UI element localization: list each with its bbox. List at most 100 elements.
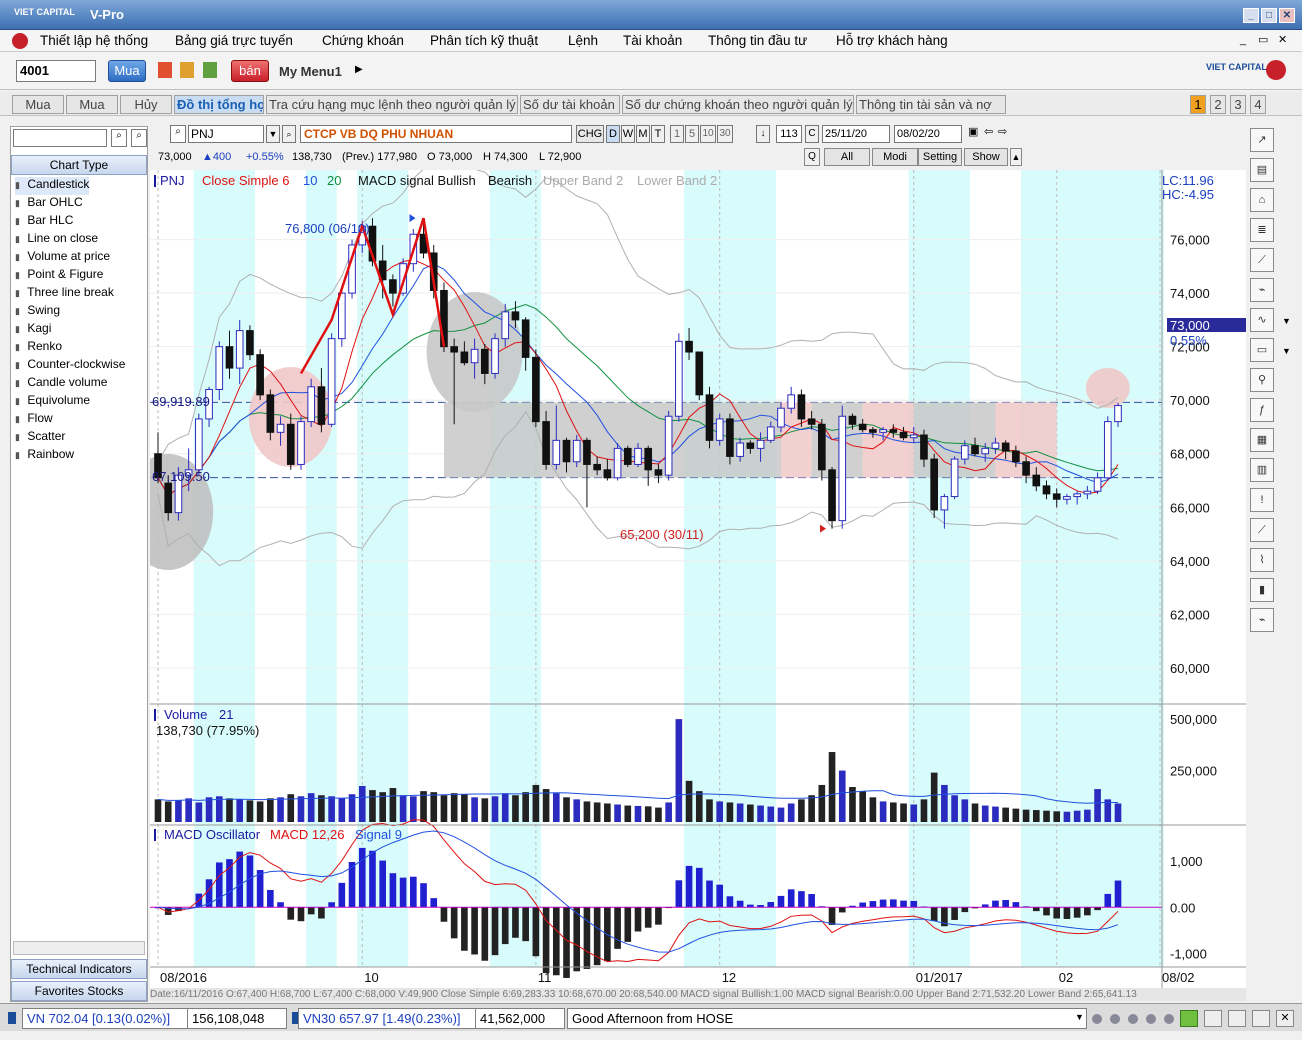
save-icon[interactable]: ▣ — [968, 125, 982, 143]
settings-icon[interactable] — [1252, 1010, 1270, 1027]
panel-scrollbar[interactable] — [13, 941, 145, 955]
calculator-icon[interactable]: ▦ — [1250, 428, 1274, 452]
menu-technical-analysis[interactable]: Phân tích kỹ thuật — [430, 33, 538, 48]
tab-assets-debt[interactable]: Thông tin tài sản và nợ — [856, 95, 1006, 114]
chart-type-three-line-break[interactable]: ▮ Three line break — [15, 285, 114, 303]
all-button[interactable]: All — [824, 148, 870, 166]
period-30min[interactable]: 30 — [717, 125, 733, 143]
chevron-right-icon[interactable]: ▶ — [355, 64, 363, 75]
signal-icon[interactable]: ⌇ — [1250, 548, 1274, 572]
chart-type-swing[interactable]: ▮ Swing — [15, 303, 60, 321]
tab-cancel[interactable]: Hủy — [120, 95, 172, 114]
chart-type-scatter[interactable]: ▮ Scatter — [15, 429, 65, 447]
menu-orders[interactable]: Lệnh — [568, 33, 598, 48]
period-5min[interactable]: 5 — [685, 125, 699, 143]
chart-type-rainbow[interactable]: ▮ Rainbow — [15, 447, 74, 465]
rectangle-icon[interactable]: ▭ — [1250, 338, 1274, 362]
line-chart-icon[interactable]: ⌁ — [1250, 278, 1274, 302]
buy-button[interactable]: Mua — [108, 60, 146, 82]
symbol-search-icon[interactable]: ⌕ — [170, 125, 186, 143]
layout-icon[interactable]: ▤ — [1250, 158, 1274, 182]
modify-button[interactable]: Modi — [872, 148, 918, 166]
window-icon[interactable] — [1204, 1010, 1222, 1027]
scroll-up-icon[interactable]: ▲ — [1010, 148, 1022, 166]
chart-type-candle-volume[interactable]: ▮ Candle volume — [15, 375, 107, 393]
close-icon[interactable]: ✕ — [1276, 1010, 1294, 1027]
menu-online-price-board[interactable]: Bảng giá trực tuyến — [175, 33, 293, 48]
period-month[interactable]: M — [636, 125, 650, 143]
chart-type-kagi[interactable]: ▮ Kagi — [15, 321, 51, 339]
my-menu-label[interactable]: My Menu1 — [279, 64, 342, 79]
sub-close-button[interactable]: ✕ — [1278, 33, 1287, 46]
tab-order-lookup[interactable]: Tra cứu hạng mục lệnh theo người quản lý — [266, 95, 518, 114]
period-day[interactable]: D — [606, 125, 620, 143]
tab-buy-1[interactable]: Mua — [12, 95, 64, 114]
setting-button[interactable]: Setting — [918, 148, 962, 166]
zoom-icon[interactable]: Q — [804, 148, 820, 166]
alert-icon[interactable]: ! — [1250, 488, 1274, 512]
lock-icon[interactable] — [1180, 1010, 1198, 1027]
fibonacci-icon[interactable]: ƒ — [1250, 398, 1274, 422]
compare-icon[interactable]: ⌁ — [1250, 608, 1274, 632]
search-advanced-icon[interactable]: ⌕ — [131, 129, 147, 147]
show-button[interactable]: Show — [964, 148, 1008, 166]
sub-minimize-button[interactable]: _ — [1240, 34, 1246, 46]
arrow-down-icon[interactable]: ↓ — [756, 125, 770, 143]
bar-count-input[interactable]: 113 — [776, 125, 802, 143]
technical-indicators-button[interactable]: Technical Indicators — [11, 959, 147, 979]
order-icon[interactable] — [158, 62, 172, 78]
candle-tool-icon[interactable]: ▮ — [1250, 578, 1274, 602]
tile-icon[interactable] — [1228, 1010, 1246, 1027]
chart-type-point-figure[interactable]: ▮ Point & Figure — [15, 267, 103, 285]
table-icon[interactable]: ▥ — [1250, 458, 1274, 482]
tab-account-balance[interactable]: Số dư tài khoản — [520, 95, 620, 114]
back-icon[interactable]: ⇦ — [984, 125, 998, 143]
page-button-1[interactable]: 1 — [1190, 95, 1206, 114]
tab-buy-2[interactable]: Mua — [66, 95, 118, 114]
menu-accounts[interactable]: Tài khoản — [623, 33, 682, 48]
sub-restore-button[interactable]: ▭ — [1258, 33, 1268, 46]
favorites-stocks-button[interactable]: Favorites Stocks — [11, 981, 147, 1001]
tab-securities-balance[interactable]: Số dư chứng khoán theo người quản lý — [622, 95, 854, 114]
magnifier-icon[interactable]: ⚲ — [1250, 368, 1274, 392]
chart-type-line-on-close[interactable]: ▮ Line on close — [15, 231, 98, 249]
auto-trend-icon[interactable]: ⟋ — [1250, 518, 1274, 542]
list-icon[interactable] — [180, 62, 194, 78]
to-date-input[interactable]: 08/02/20 — [894, 125, 962, 143]
menu-securities[interactable]: Chứng khoán — [322, 33, 404, 48]
period-10min[interactable]: 10 — [700, 125, 716, 143]
menu-investment-info[interactable]: Thông tin đầu tư — [708, 33, 807, 48]
menu-system-settings[interactable]: Thiết lập hệ thống — [40, 33, 148, 48]
home-icon[interactable]: ⌂ — [1250, 188, 1274, 212]
account-select[interactable]: 4001 — [16, 60, 96, 82]
tab-composite-chart[interactable]: Đồ thị tổng hợp — [174, 95, 264, 114]
lookup-icon[interactable]: ⌕ — [282, 125, 296, 143]
symbol-input[interactable]: PNJ — [188, 125, 264, 143]
calendar-icon[interactable]: C — [805, 125, 819, 143]
chart-type-equivolume[interactable]: ▮ Equivolume — [15, 393, 90, 411]
page-button-2[interactable]: 2 — [1210, 95, 1226, 114]
chart-type-counter-clockwise[interactable]: ▮ Counter-clockwise — [15, 357, 125, 375]
dropdown-arrow-icon[interactable]: ▼ — [1282, 316, 1291, 326]
maximize-button[interactable]: □ — [1261, 8, 1277, 23]
chevron-down-icon[interactable]: ▼ — [266, 125, 280, 143]
page-button-3[interactable]: 3 — [1230, 95, 1246, 114]
close-button[interactable]: ✕ — [1279, 8, 1295, 23]
chart-type-flow[interactable]: ▮ Flow — [15, 411, 53, 429]
chart-type-header[interactable]: Chart Type — [11, 155, 147, 175]
chart-type-bar-ohlc[interactable]: ▮ Bar OHLC — [15, 195, 83, 213]
chart-type-renko[interactable]: ▮ Renko — [15, 339, 62, 357]
period-week[interactable]: W — [621, 125, 635, 143]
stock-chart[interactable]: 60,00062,00064,00066,00068,00070,00072,0… — [150, 170, 1246, 990]
chart-type-volume-at-price[interactable]: ▮ Volume at price — [15, 249, 110, 267]
pointer-icon[interactable]: ↗ — [1250, 128, 1274, 152]
period-tick[interactable]: T — [651, 125, 665, 143]
forward-icon[interactable]: ⇨ — [998, 125, 1012, 143]
dropdown-arrow-icon[interactable]: ▼ — [1282, 346, 1291, 356]
wave-icon[interactable]: ∿ — [1250, 308, 1274, 332]
list-view-icon[interactable]: ≣ — [1250, 218, 1274, 242]
menu-customer-support[interactable]: Hỗ trợ khách hàng — [836, 33, 948, 48]
from-date-input[interactable]: 25/11/20 — [822, 125, 890, 143]
chart-type-candlestick[interactable]: ▮ Candlestick — [15, 177, 90, 195]
period-chg[interactable]: CHG — [576, 125, 604, 143]
